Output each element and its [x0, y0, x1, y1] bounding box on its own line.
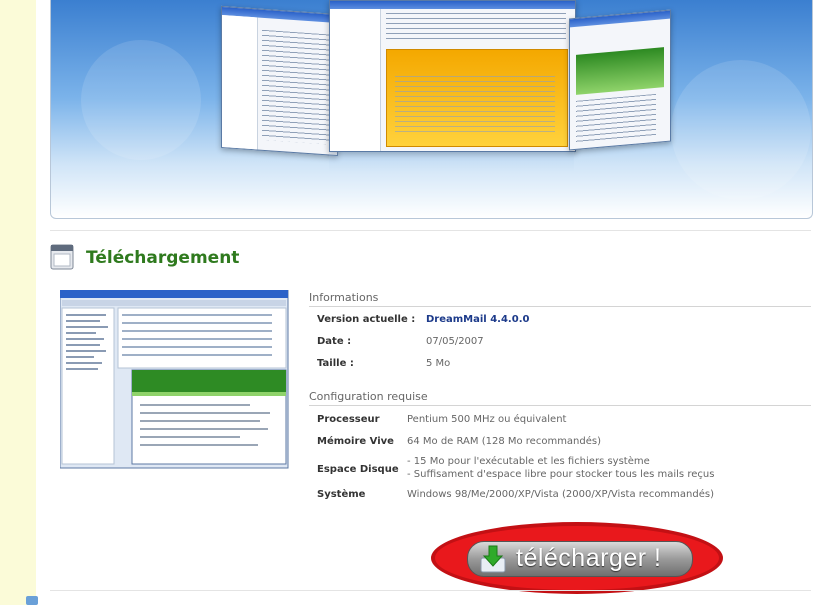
divider: [309, 306, 811, 307]
banner-bubble: [671, 60, 811, 200]
version-value: DreamMail 4.4.0.0: [426, 314, 530, 325]
divider: [50, 230, 811, 231]
screenshot-left: [221, 5, 338, 157]
size-label: Taille :: [317, 358, 354, 369]
email-preview: [386, 49, 568, 147]
processor-label: Processeur: [317, 414, 380, 425]
screenshot-right: [569, 9, 671, 151]
divider: [50, 590, 811, 591]
memory-value: 64 Mo de RAM (128 Mo recommandés): [407, 436, 602, 447]
informations-heading: Informations: [309, 291, 379, 304]
size-value: 5 Mo: [426, 358, 451, 369]
left-margin: [0, 0, 37, 605]
download-button-highlight[interactable]: télécharger !: [431, 522, 723, 594]
configuration-heading: Configuration requise: [309, 390, 428, 403]
app-preview-image: [60, 290, 289, 469]
download-arrow-icon: [480, 545, 506, 573]
download-button[interactable]: télécharger !: [467, 541, 693, 577]
screenshot-reflection: [329, 152, 574, 172]
memory-label: Mémoire Vive: [317, 436, 394, 447]
download-label: télécharger !: [516, 544, 662, 572]
date-value: 07/05/2007: [426, 336, 484, 347]
screenshot-center: [329, 0, 576, 152]
bottom-section-icon: [26, 596, 38, 605]
date-label: Date :: [317, 336, 352, 347]
hero-banner: [50, 0, 813, 219]
system-value: Windows 98/Me/2000/XP/Vista (2000/XP/Vis…: [407, 489, 714, 500]
disk-value-line1: - 15 Mo pour l'exécutable et les fichier…: [407, 456, 650, 467]
banner-bubble: [81, 40, 201, 160]
processor-value: Pentium 500 MHz ou équivalent: [407, 414, 567, 425]
divider: [309, 405, 811, 406]
version-label: Version actuelle :: [317, 314, 416, 325]
page-content: Téléchargement Informations Version actu…: [36, 0, 825, 605]
disk-value-line2: - Suffisament d'espace libre pour stocke…: [407, 469, 715, 480]
disk-label: Espace Disque: [317, 464, 399, 475]
window-icon: [50, 244, 74, 270]
system-label: Système: [317, 489, 366, 500]
section-title: Téléchargement: [86, 248, 240, 268]
